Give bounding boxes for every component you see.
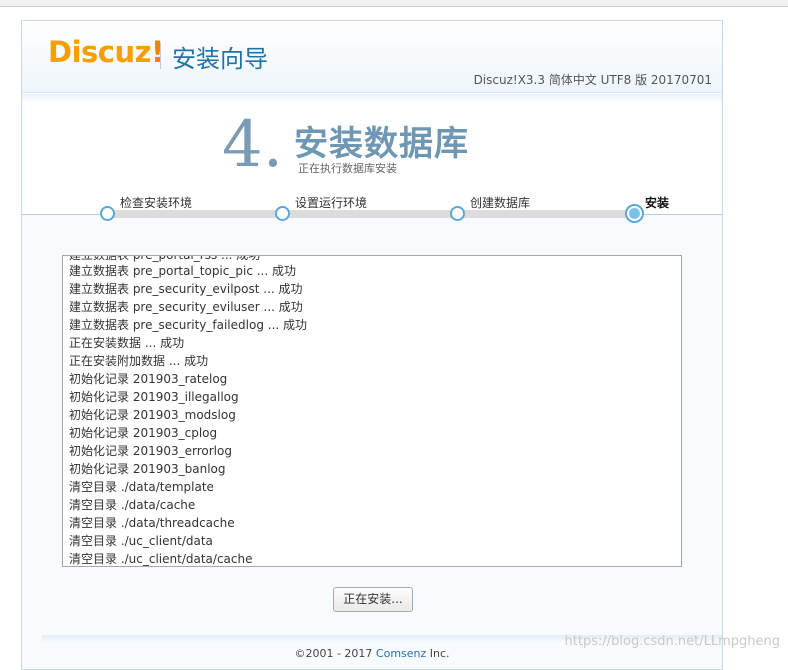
log-line: 初始化记录 201903_modslog bbox=[69, 408, 236, 422]
log-line: 初始化记录 201903_illegallog bbox=[69, 390, 239, 404]
log-line: 初始化记录 201903_errorlog bbox=[69, 444, 232, 458]
log-line: 建立数据表 pre_security_failedlog ... 成功 bbox=[69, 318, 308, 332]
log-line: 清空目录 ./uc_client/data bbox=[69, 534, 213, 548]
footer-company-link[interactable]: Comsenz bbox=[376, 647, 426, 660]
log-line: 初始化记录 201903_ratelog bbox=[69, 372, 228, 386]
install-log[interactable]: 建立数据表 pre_portal_rss ... 成功 建立数据表 pre_po… bbox=[62, 255, 682, 567]
version-info: Discuz!X3.3 简体中文 UTF8 版 20170701 bbox=[473, 73, 712, 87]
footer-copyright: ©2001 - 2017 bbox=[294, 647, 376, 660]
step-label: 设置运行环境 bbox=[295, 196, 368, 210]
logo-exclaim: ! bbox=[151, 35, 164, 69]
progress-track bbox=[107, 210, 635, 218]
step-label: 检查安装环境 bbox=[120, 196, 193, 210]
log-line: 正在安装数据 ... 成功 bbox=[69, 336, 185, 350]
log-line: 初始化记录 201903_banlog bbox=[69, 462, 226, 476]
wizard-title: 安装向导 bbox=[172, 45, 268, 73]
watermark: https://blog.csdn.net/LLmpgheng bbox=[564, 634, 780, 649]
log-line: 建立数据表 pre_security_eviluser ... 成功 bbox=[69, 300, 303, 314]
log-line: 初始化记录 201903_cplog bbox=[69, 426, 218, 440]
step-dot-icon bbox=[275, 206, 290, 221]
wizard-header: Discuz! 安装向导 Discuz!X3.3 简体中文 UTF8 版 201… bbox=[22, 21, 722, 93]
log-line: 清空目录 ./data/threadcache bbox=[69, 516, 235, 530]
step-active-dot-icon bbox=[625, 204, 644, 223]
step-subtitle: 正在执行数据库安装 bbox=[298, 162, 397, 175]
log-line: 清空目录 ./data/template bbox=[69, 480, 214, 494]
log-line: 清空目录 ./data/cache bbox=[69, 498, 196, 512]
header-strip bbox=[22, 94, 722, 102]
step-title: 安装数据库 bbox=[294, 124, 469, 164]
log-list: 建立数据表 pre_portal_topic_pic ... 成功 建立数据表 … bbox=[69, 262, 308, 566]
step-number: 4. bbox=[222, 108, 284, 182]
log-line: 建立数据表 pre_security_evilpost ... 成功 bbox=[69, 282, 303, 296]
step-label: 安装 bbox=[645, 196, 670, 210]
progress-steps: 检查安装环境 设置运行环境 创建数据库 安装 bbox=[22, 189, 722, 223]
step-dot-icon bbox=[100, 206, 115, 221]
step-dot-icon bbox=[450, 206, 465, 221]
browser-top-bar bbox=[0, 0, 788, 7]
step-label: 创建数据库 bbox=[470, 196, 531, 210]
footer-suffix: Inc. bbox=[426, 647, 450, 660]
installing-button[interactable]: 正在安装... bbox=[333, 587, 413, 612]
discuz-logo: Discuz! bbox=[48, 35, 164, 69]
logo-divider bbox=[160, 43, 161, 69]
log-line: 清空目录 ./uc_client/data/cache bbox=[69, 552, 253, 566]
log-line: 建立数据表 pre_portal_topic_pic ... 成功 bbox=[69, 264, 296, 278]
logo-text: Discuz bbox=[48, 35, 152, 69]
install-wizard-panel: Discuz! 安装向导 Discuz!X3.3 简体中文 UTF8 版 201… bbox=[21, 20, 723, 670]
log-line: 正在安装附加数据 ... 成功 bbox=[69, 354, 209, 368]
